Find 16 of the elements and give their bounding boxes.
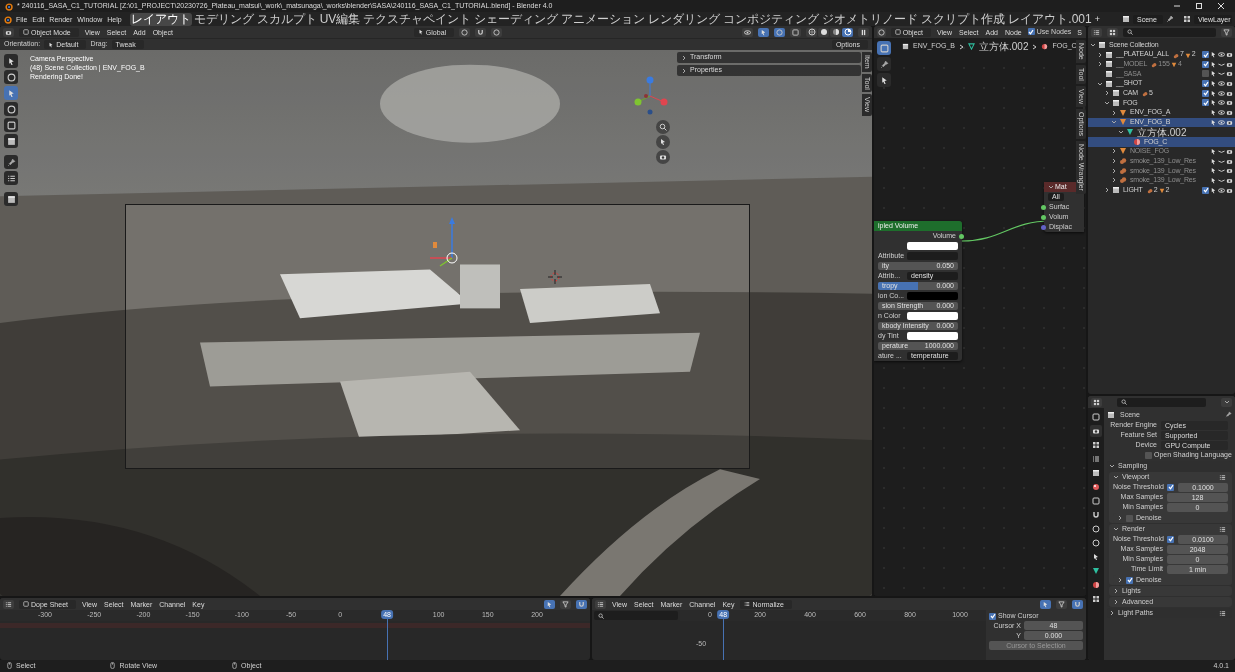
workspace-tab[interactable]: レイアウト.001: [1007, 12, 1093, 26]
workspace-tab[interactable]: ジオメトリノード: [821, 12, 920, 26]
workspace-tab[interactable]: レイアウト: [129, 12, 192, 26]
workspace-tab[interactable]: レンダリング: [647, 12, 722, 26]
breadcrumb-item: 立方体.002: [979, 41, 1029, 52]
workspace-tab[interactable]: シェーディング: [473, 12, 560, 26]
workspace-tab[interactable]: テクスチャペイント: [362, 12, 473, 26]
workspace-tab[interactable]: コンポジティング: [722, 12, 821, 26]
workspace-tab[interactable]: モデリング: [192, 12, 255, 26]
workspace-tab[interactable]: スクリプト作成: [920, 12, 1007, 26]
item-name: 立方体.002: [1137, 126, 1187, 138]
add-tab-button[interactable]: +: [1093, 14, 1101, 24]
workspace-tab[interactable]: UV編集: [318, 12, 362, 26]
outliner-item[interactable]: 立方体.002: [1088, 127, 1235, 137]
workspace-tab[interactable]: アニメーション: [560, 12, 647, 26]
workspace-tab[interactable]: スカルプト: [255, 12, 318, 26]
